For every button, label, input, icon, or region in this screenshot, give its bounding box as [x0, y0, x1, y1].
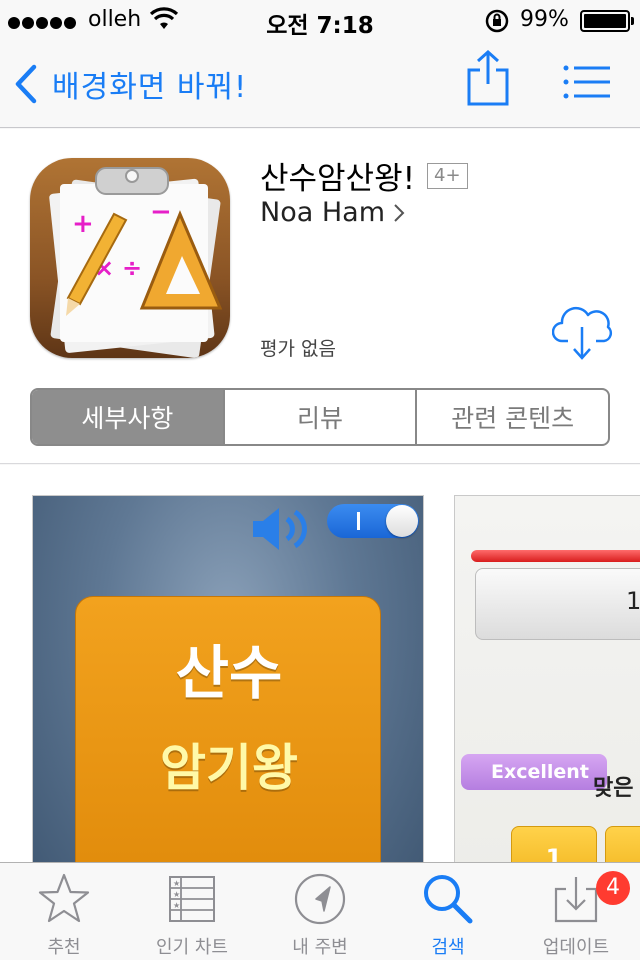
screenshot-2[interactable]: 1 Excellent 맞은 갯 1 1 — [454, 495, 640, 862]
status-bar: olleh 오전 7:18 99% — [0, 0, 640, 40]
svg-text:★: ★ — [173, 890, 180, 899]
chevron-left-icon — [15, 64, 37, 104]
tab-top-charts-label: 인기 차트 — [156, 937, 228, 958]
battery-percent: 99% — [520, 7, 569, 32]
toggle-bar — [357, 512, 360, 530]
sound-toggle — [327, 504, 419, 538]
answer-button: 1 — [511, 826, 597, 862]
svg-text:÷: ÷ — [122, 254, 142, 282]
tab-bar: 추천 ★ ★ ★ 인기 차트 내 주변 검색 4 업데이트 — [0, 862, 640, 960]
tab-featured[interactable]: 추천 — [0, 863, 128, 960]
tab-near-me[interactable]: 내 주변 — [256, 863, 384, 960]
svg-text:★: ★ — [173, 901, 180, 910]
list-icon[interactable] — [562, 62, 612, 102]
search-icon — [424, 875, 473, 924]
developer-name: Noa Ham — [260, 197, 385, 228]
screenshot-title-line1: 산수 — [175, 639, 283, 707]
answer-button: 1 — [605, 826, 640, 862]
svg-text:−: − — [150, 197, 172, 227]
navigation-bar: 배경화면 바꿔! — [0, 40, 640, 128]
app-icon-artwork: + − × ÷ — [49, 167, 223, 358]
excellent-badge: Excellent — [461, 754, 607, 790]
cloud-download-icon[interactable] — [552, 305, 614, 361]
share-icon[interactable] — [464, 50, 512, 106]
segment-details[interactable]: 세부사항 — [32, 390, 225, 444]
screenshot-carousel[interactable]: 산수 암기왕 1 Excellent 맞은 갯 1 1 — [0, 465, 640, 862]
tab-updates-label: 업데이트 — [542, 937, 610, 958]
segmented-control: 세부사항 리뷰 관련 콘텐츠 — [30, 388, 610, 446]
tab-search-label: 검색 — [431, 937, 465, 958]
updates-icon — [554, 877, 598, 923]
tab-top-charts[interactable]: ★ ★ ★ 인기 차트 — [128, 863, 256, 960]
speaker-icon — [253, 508, 307, 550]
app-icon: + − × ÷ — [30, 158, 230, 358]
screenshot-title-line2: 암기왕 — [160, 739, 298, 797]
near-me-icon — [294, 873, 346, 925]
rating-text: 평가 없음 — [260, 338, 336, 360]
app-title: 산수암산왕! — [260, 161, 416, 197]
star-icon — [38, 873, 90, 923]
developer-link[interactable]: Noa Ham — [260, 197, 405, 228]
chevron-right-icon — [394, 203, 405, 222]
back-button-label: 배경화면 바꿔! — [52, 70, 248, 105]
rotation-lock-icon — [485, 9, 509, 33]
tab-search[interactable]: 검색 — [384, 863, 512, 960]
question-number: 1 — [626, 587, 640, 615]
svg-text:★: ★ — [173, 879, 180, 888]
svg-text:+: + — [72, 209, 94, 239]
back-button[interactable]: 배경화면 바꿔! — [14, 62, 247, 106]
updates-badge: 4 — [596, 871, 630, 905]
tab-near-me-label: 내 주변 — [292, 937, 348, 958]
segment-related[interactable]: 관련 콘텐츠 — [417, 390, 608, 444]
tab-featured-label: 추천 — [47, 937, 81, 958]
battery-icon — [580, 10, 634, 32]
app-title-row: 산수암산왕! 4+ — [260, 153, 468, 198]
tab-updates[interactable]: 4 업데이트 — [512, 863, 640, 960]
top-charts-icon: ★ ★ ★ — [169, 876, 215, 922]
age-rating-badge: 4+ — [427, 162, 468, 189]
app-header: + − × ÷ 산수암산왕! 4+ Noa Ham 평가 없음 세부사항 리뷰 … — [0, 129, 640, 464]
question-box: 1 — [475, 568, 640, 640]
segment-reviews[interactable]: 리뷰 — [225, 390, 418, 444]
timer-bar — [471, 550, 640, 562]
screenshot-1[interactable]: 산수 암기왕 — [32, 495, 424, 862]
toggle-knob — [386, 505, 418, 537]
correct-count-text: 맞은 갯 — [593, 776, 640, 801]
